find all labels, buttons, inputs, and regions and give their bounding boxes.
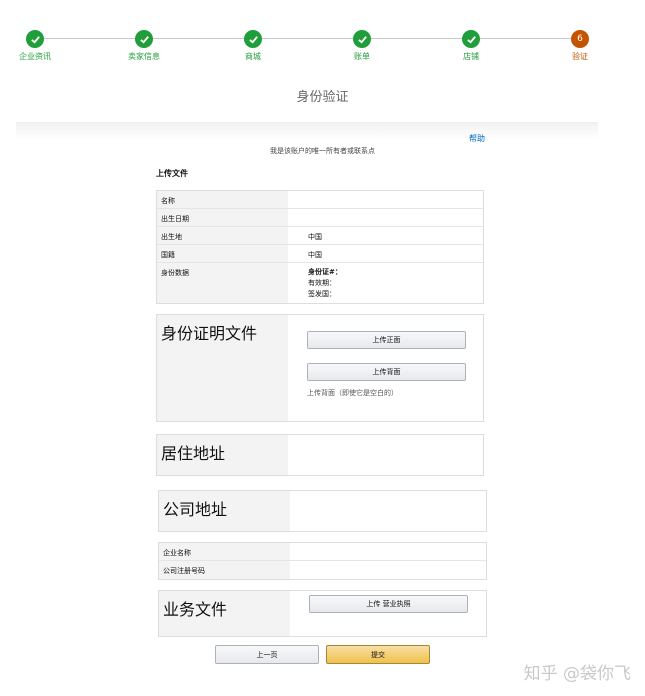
submit-button[interactable]: 提交 <box>326 645 430 664</box>
table-row: 国籍 中国 <box>157 245 483 263</box>
step-label: 账单 <box>354 52 370 61</box>
step-label: 商城 <box>245 52 261 61</box>
checkmark-icon <box>244 30 262 48</box>
divider <box>16 122 598 140</box>
residence-address-box: 居住地址 <box>156 434 484 476</box>
page-subtitle: 我是该账户的唯一所有者或联系点 <box>270 147 375 155</box>
checkmark-icon <box>462 30 480 48</box>
step-store: 店铺 <box>431 30 511 62</box>
step-number: 6 <box>571 30 589 48</box>
upload-license-button[interactable]: 上传 营业执照 <box>309 595 468 613</box>
help-link[interactable]: 帮助 <box>469 133 485 144</box>
row-value <box>290 543 486 560</box>
row-value <box>288 191 483 208</box>
row-label: 名称 <box>157 191 288 208</box>
row-label: 居住地址 <box>157 435 288 475</box>
checkmark-icon <box>353 30 371 48</box>
checkmark-icon <box>26 30 44 48</box>
table-row: 公司注册号码 <box>159 561 486 579</box>
id-docs-box: 身份证明文件 上传正面 上传背面 上传背面（即使它是空白的） <box>156 314 484 422</box>
watermark: 知乎 @袋你飞 <box>523 664 631 684</box>
table-row: 名称 <box>157 191 483 209</box>
row-label: 国籍 <box>157 245 288 262</box>
page-title: 身份验证 <box>296 90 349 105</box>
table-row: 企业名称 <box>159 543 486 561</box>
checkmark-icon <box>135 30 153 48</box>
row-label: 公司地址 <box>159 491 290 531</box>
business-docs-box: 业务文件 上传 营业执照 <box>158 590 487 637</box>
row-value: 中国 <box>308 251 322 259</box>
step-verification: 6 验证 <box>540 30 620 62</box>
business-docs-value: 上传 营业执照 <box>290 591 486 636</box>
residence-address-value <box>288 435 483 475</box>
table-row: 出生日期 <box>157 209 483 227</box>
row-label: 业务文件 <box>159 591 290 636</box>
id-data-value: 身份证#： 有效期： 签发国： <box>288 263 483 303</box>
issuing-country-line: 签发国： <box>308 290 336 298</box>
row-value <box>288 209 483 226</box>
row-label: 公司注册号码 <box>159 561 290 579</box>
expiry-line: 有效期： <box>308 279 336 287</box>
company-table: 企业名称 公司注册号码 <box>158 542 487 580</box>
upload-front-button[interactable]: 上传正面 <box>307 331 466 349</box>
step-billing: 账单 <box>322 30 402 62</box>
id-docs-value: 上传正面 上传背面 上传背面（即使它是空白的） <box>288 315 483 421</box>
row-value: 中国 <box>308 233 322 241</box>
row-value <box>290 561 486 579</box>
step-seller-info: 卖家信息 <box>104 30 184 62</box>
row-label: 身份证明文件 <box>157 315 288 421</box>
step-marketplace: 商城 <box>213 30 293 62</box>
row-label: 出生日期 <box>157 209 288 226</box>
table-row: 出生地 中国 <box>157 227 483 245</box>
table-row: 身份数据 身份证#： 有效期： 签发国： <box>157 263 483 303</box>
step-label: 卖家信息 <box>128 52 160 61</box>
step-company-info: 企业资讯 <box>0 30 75 62</box>
company-address-value <box>290 491 486 531</box>
company-address-box: 公司地址 <box>158 490 487 532</box>
row-label: 企业名称 <box>159 543 290 560</box>
progress-stepper: 企业资讯 卖家信息 商城 账单 店铺 6 验证 <box>0 0 645 70</box>
step-label: 店铺 <box>463 52 479 61</box>
row-label: 身份数据 <box>157 263 288 303</box>
row-label: 出生地 <box>157 227 288 244</box>
prev-page-button[interactable]: 上一页 <box>215 645 319 664</box>
section-title: 上传文件 <box>156 169 188 178</box>
step-label: 企业资讯 <box>19 52 51 61</box>
upload-back-button[interactable]: 上传背面 <box>307 363 466 381</box>
step-label: 验证 <box>572 52 588 61</box>
identity-table: 名称 出生日期 出生地 中国 国籍 中国 身份数据 身份证#： 有效期： 签发国… <box>156 190 484 304</box>
id-number-line: 身份证#： <box>308 268 342 276</box>
upload-back-note: 上传背面（即使它是空白的） <box>307 389 398 397</box>
